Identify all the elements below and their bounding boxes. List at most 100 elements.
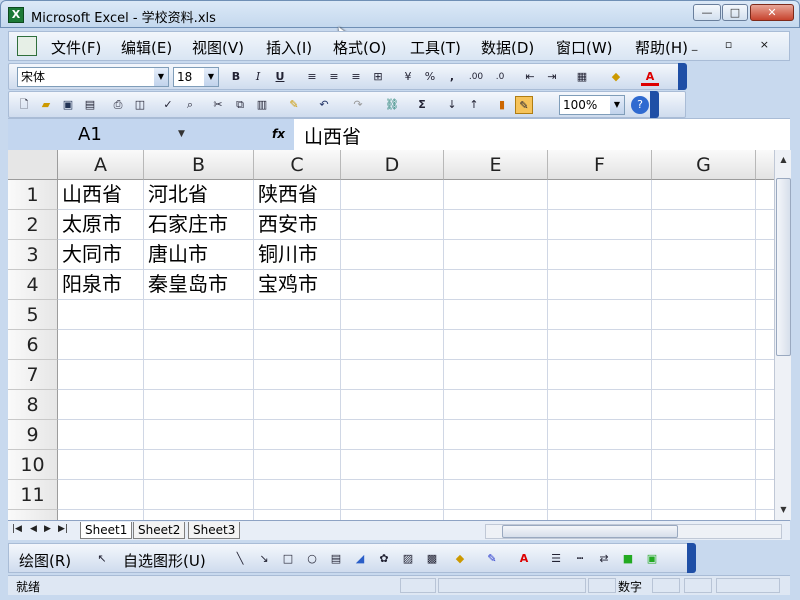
line-style-icon[interactable]: ☰	[547, 550, 565, 568]
cell[interactable]	[144, 420, 254, 450]
format-painter-icon[interactable]: ✎	[285, 96, 303, 114]
cell[interactable]	[254, 450, 341, 480]
horizontal-scrollbar[interactable]	[485, 524, 782, 539]
cell[interactable]	[254, 420, 341, 450]
menu-file[interactable]: 文件(F)	[51, 37, 101, 58]
fill-color-icon[interactable]: ◆	[607, 68, 625, 86]
increase-decimal-button[interactable]: .00	[467, 68, 485, 86]
row-header-9[interactable]: 9	[8, 420, 58, 450]
comma-button[interactable]: ,	[443, 68, 461, 86]
cell[interactable]: 大同市	[58, 240, 144, 270]
spelling-icon[interactable]: ✓	[159, 96, 177, 114]
cell[interactable]: 陕西省	[254, 180, 341, 210]
toolbar-options-icon[interactable]	[650, 91, 659, 118]
cell[interactable]	[548, 330, 652, 360]
cell[interactable]	[652, 180, 756, 210]
cell[interactable]	[58, 450, 144, 480]
row-header-4[interactable]: 4	[8, 270, 58, 300]
cell[interactable]	[548, 480, 652, 510]
sort-ascending-icon[interactable]: ↓	[443, 96, 461, 114]
cut-icon[interactable]: ✂	[209, 96, 227, 114]
workbook-icon[interactable]	[17, 36, 37, 56]
row-header-12[interactable]	[8, 510, 58, 520]
cell[interactable]	[548, 180, 652, 210]
sheet-tab-2[interactable]: Sheet2	[133, 522, 186, 539]
cell[interactable]	[58, 390, 144, 420]
text-box-icon[interactable]: ▤	[327, 550, 345, 568]
cell[interactable]	[254, 330, 341, 360]
hyperlink-icon[interactable]: ⛓	[383, 96, 401, 114]
cell[interactable]	[444, 450, 548, 480]
cell[interactable]	[341, 330, 444, 360]
toolbar-options-icon[interactable]	[678, 63, 687, 90]
menu-tools[interactable]: 工具(T)	[410, 37, 461, 58]
column-header-e[interactable]: E	[444, 150, 548, 180]
cell[interactable]	[144, 390, 254, 420]
column-header-d[interactable]: D	[341, 150, 444, 180]
cell[interactable]: 唐山市	[144, 240, 254, 270]
cell[interactable]: 石家庄市	[144, 210, 254, 240]
cell[interactable]	[652, 420, 756, 450]
cell[interactable]	[548, 510, 652, 520]
row-header-5[interactable]: 5	[8, 300, 58, 330]
horizontal-scroll-thumb[interactable]	[502, 525, 678, 538]
select-objects-icon[interactable]: ↖	[93, 550, 111, 568]
cell[interactable]	[756, 390, 774, 420]
cell[interactable]	[341, 450, 444, 480]
cell[interactable]	[652, 450, 756, 480]
cell[interactable]	[548, 240, 652, 270]
cell[interactable]	[756, 180, 774, 210]
cell[interactable]	[58, 510, 144, 520]
borders-icon[interactable]: ▦	[573, 68, 591, 86]
insert-function-icon[interactable]: fx	[272, 127, 285, 141]
cell[interactable]	[652, 240, 756, 270]
cell[interactable]	[144, 480, 254, 510]
rectangle-icon[interactable]: □	[279, 550, 297, 568]
cell[interactable]	[444, 390, 548, 420]
shape-fill-color-icon[interactable]: ◆	[451, 550, 469, 568]
cell[interactable]	[444, 240, 548, 270]
menu-format[interactable]: 格式(O)	[333, 37, 387, 58]
cell[interactable]	[756, 420, 774, 450]
menu-window[interactable]: 窗口(W)	[556, 37, 613, 58]
prev-sheet-icon[interactable]: ◀	[30, 524, 37, 534]
cell[interactable]	[756, 210, 774, 240]
print-icon[interactable]: ⎙	[109, 96, 127, 114]
autosum-button[interactable]: Σ	[413, 96, 431, 114]
cell[interactable]	[652, 270, 756, 300]
decrease-decimal-button[interactable]: .0	[491, 68, 509, 86]
row-header-1[interactable]: 1	[8, 180, 58, 210]
last-sheet-icon[interactable]: ▶|	[58, 524, 68, 534]
cell[interactable]	[444, 210, 548, 240]
cell[interactable]	[548, 270, 652, 300]
cell[interactable]	[58, 420, 144, 450]
save-icon[interactable]: ▣	[59, 96, 77, 114]
cell[interactable]	[444, 480, 548, 510]
cell[interactable]: 秦皇岛市	[144, 270, 254, 300]
cell[interactable]	[254, 480, 341, 510]
cell[interactable]	[652, 390, 756, 420]
bold-button[interactable]: B	[227, 68, 245, 86]
dash-style-icon[interactable]: ┅	[571, 550, 589, 568]
cell[interactable]	[254, 390, 341, 420]
column-header-f[interactable]: F	[548, 150, 652, 180]
first-sheet-icon[interactable]: |◀	[12, 524, 22, 534]
cell[interactable]	[444, 180, 548, 210]
cell[interactable]	[756, 330, 774, 360]
cell[interactable]	[756, 360, 774, 390]
font-size-select[interactable]: 18 ▼	[173, 67, 219, 87]
select-all-corner[interactable]	[8, 150, 58, 180]
drawing-icon[interactable]: ✎	[515, 96, 533, 114]
cell[interactable]	[144, 300, 254, 330]
maximize-button[interactable]: □	[722, 4, 748, 21]
cell[interactable]	[58, 480, 144, 510]
cell[interactable]: 太原市	[58, 210, 144, 240]
redo-icon[interactable]: ↷	[349, 96, 367, 114]
cell[interactable]	[58, 360, 144, 390]
cell[interactable]	[254, 300, 341, 330]
sheet-tab-1[interactable]: Sheet1	[80, 522, 133, 539]
cell[interactable]	[341, 390, 444, 420]
zoom-select[interactable]: 100% ▼	[559, 95, 625, 115]
merge-center-icon[interactable]: ⊞	[369, 68, 387, 86]
row-header-2[interactable]: 2	[8, 210, 58, 240]
